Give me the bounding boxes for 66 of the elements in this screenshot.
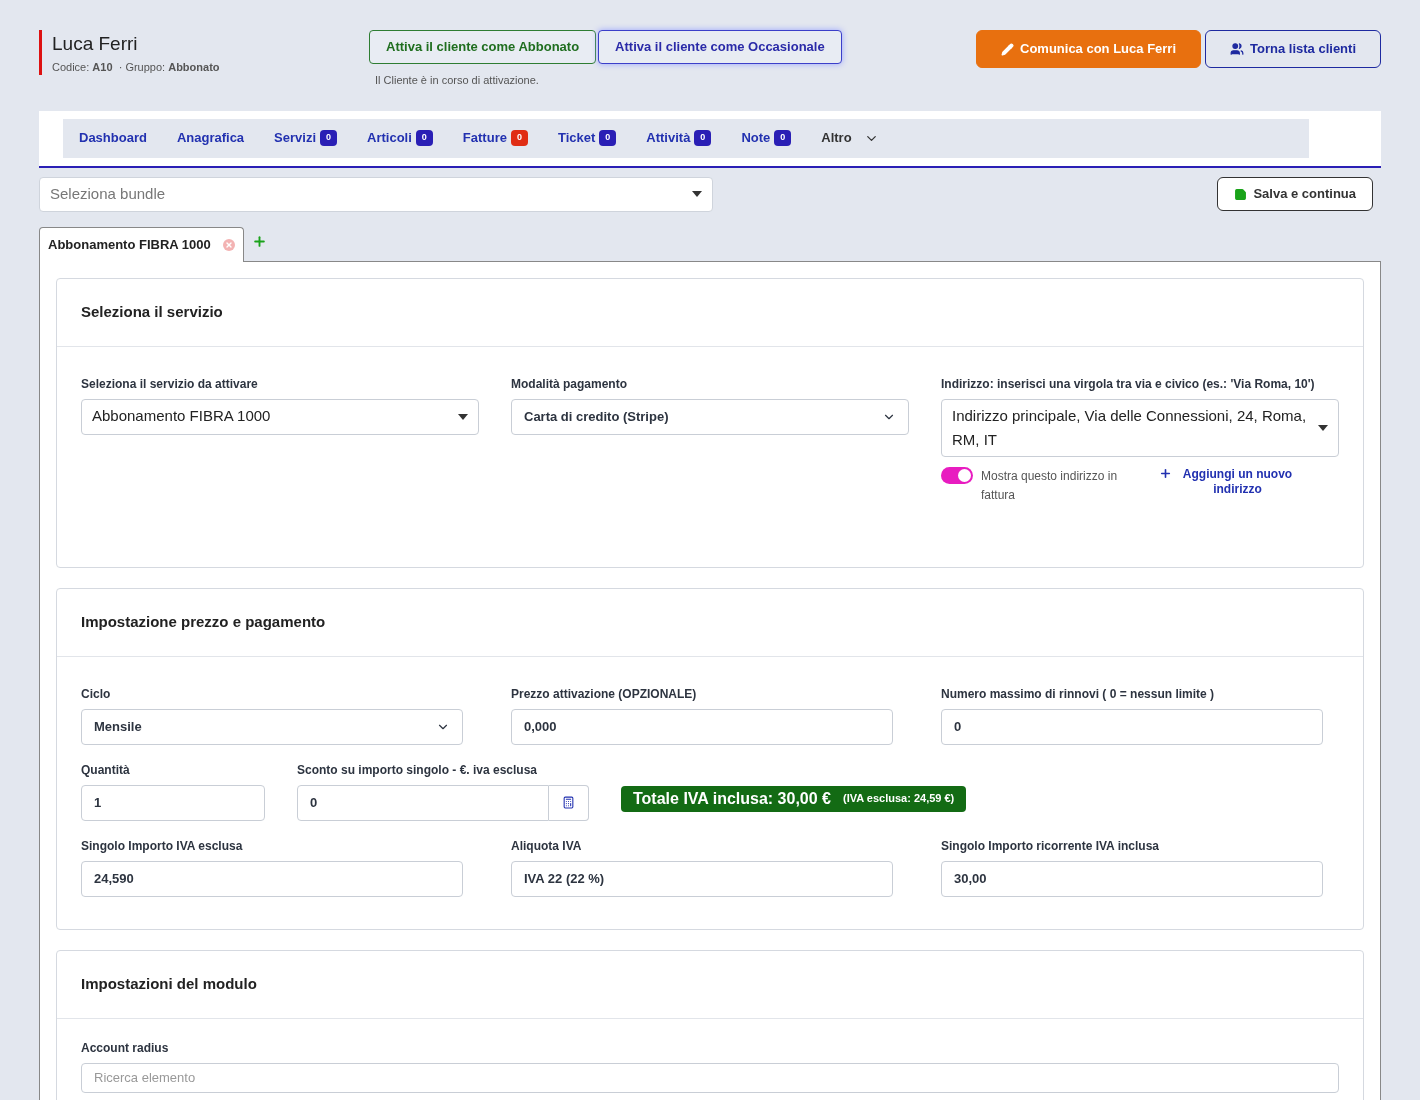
users-icon [1230,42,1245,56]
nav-tab[interactable]: Articoli 0 [367,128,433,148]
input-field[interactable]: 0,000 [511,708,893,745]
select-field[interactable]: Carta di credito (Stripe) [511,398,909,435]
bundle-select[interactable]: Seleziona bundle [39,176,713,212]
field-label: Account radius [81,1039,170,1057]
close-icon [222,238,235,251]
nav-tab[interactable]: Altro [821,128,879,148]
calculator-icon [562,796,575,809]
add-address-link[interactable]: Aggiungi un nuovo indirizzo [1159,466,1299,497]
nav-tab[interactable]: Note 0 [741,128,792,148]
input-field[interactable]: 24,590 [81,860,463,897]
save-icon [1234,187,1248,201]
count-badge: 0 [599,130,617,146]
status-text: Il Cliente è in corso di attivazione. [375,73,540,88]
caret-icon [692,191,702,197]
toggle-switch[interactable] [941,466,973,484]
field-label: Ciclo [81,685,112,703]
client-list-button[interactable]: Torna lista clienti [1205,30,1381,68]
input-field[interactable]: 1 [81,784,265,821]
caret-icon [458,413,468,420]
count-badge: 0 [320,130,338,146]
nav-tab[interactable]: Attività 0 [646,128,712,148]
select-field[interactable]: Abbonamento FIBRA 1000 [81,398,479,435]
plus-icon [1159,466,1172,480]
input-field[interactable]: 0 [941,708,1323,745]
save-button[interactable]: Salva e continua [1217,177,1373,211]
field-label: Numero massimo di rinnovi ( 0 = nessun limite ) [941,685,1216,703]
field-label: Aliquota IVA [511,837,583,855]
nav-tab[interactable]: Fatture 0 [462,128,528,148]
caret-icon [1318,424,1328,431]
field-label: Sconto su importo singolo - €. iva esclusa [297,761,539,779]
field-label: Modalità pagamento [511,375,628,393]
card-title: Impostazione prezzo e pagamento [57,588,1363,657]
nav-tab[interactable]: Ticket 0 [557,128,617,148]
field-label: Singolo Importo ricorrente IVA inclusa [941,837,1161,855]
card-title: Seleziona il servizio [57,278,1363,347]
nav-tab[interactable]: Dashboard [79,128,147,148]
client-name: Luca Ferri [52,32,139,56]
toggle-label: Mostra questo indirizzo in fattura [981,467,1119,504]
search-field[interactable]: Ricerca elemento [81,1062,1339,1093]
calculator-button[interactable] [549,784,589,821]
input-field[interactable]: IVA 22 (22 %) [511,860,893,897]
count-badge: 0 [694,130,712,146]
select-field[interactable]: Mensile [81,708,463,745]
count-badge: 0 [774,130,792,146]
field-label: Singolo Importo IVA esclusa [81,837,244,855]
count-badge: 0 [415,130,433,146]
total-badge: Totale IVA inclusa: 30,00 € (IVA esclusa: 24,59 €) [621,785,967,812]
field-label: Seleziona il servizio da attivare [81,375,259,393]
activate-button[interactable]: Attiva il cliente come Abbonato [369,30,597,64]
add-icon[interactable] [251,233,267,249]
field-label: Quantità [81,761,131,779]
address-select[interactable]: Indirizzo principale, Via delle Connessioni, 24, Roma, RM, IT [941,398,1339,457]
activate-button[interactable]: Attiva il cliente come Occasionale [598,30,842,64]
nav-tab[interactable]: Servizi 0 [274,128,338,148]
field-label: Prezzo attivazione (OPZIONALE) [511,685,698,703]
service-tab[interactable]: Abbonamento FIBRA 1000 [39,226,244,262]
count-badge: 0 [510,130,528,146]
card-title: Impostazioni del modulo [57,950,1363,1019]
input-field[interactable]: 30,00 [941,860,1323,897]
input-field[interactable]: 0 [297,784,549,821]
pencil-icon [1001,42,1014,56]
field-label: Indirizzo: inserisci una virgola tra via e civico (es.: 'Via Roma, 10') [941,375,1316,393]
client-info: Codice: A10 · Gruppo: Abbonato [52,59,221,75]
nav-tab[interactable]: Anagrafica [176,128,245,148]
